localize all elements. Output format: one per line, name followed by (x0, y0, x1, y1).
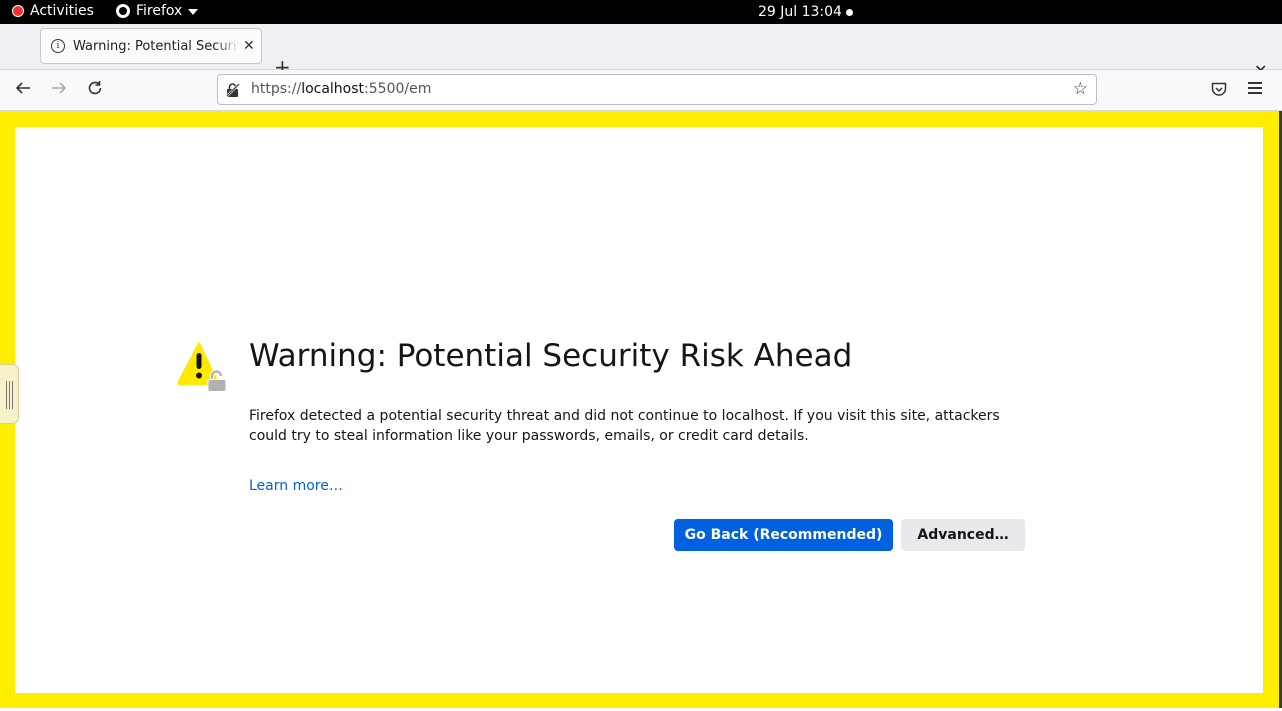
distro-logo-icon (12, 5, 24, 17)
page-frame: Warning: Potential Security Risk Ahead F… (0, 111, 1279, 708)
pocket-icon[interactable] (1211, 82, 1227, 97)
learn-more-link[interactable]: Learn more… (249, 478, 343, 494)
insecure-lock-icon[interactable] (226, 82, 240, 98)
reload-icon (88, 81, 102, 95)
reload-button[interactable] (84, 79, 106, 101)
error-description: Firefox detected a potential security th… (249, 408, 1000, 444)
system-top-bar: Activities Firefox 29 Jul 13:04 (0, 0, 1282, 24)
page-title: Warning: Potential Security Risk Ahead (249, 338, 853, 374)
error-page: Warning: Potential Security Risk Ahead F… (15, 127, 1263, 693)
clock-label: 29 Jul 13:04 (758, 4, 842, 20)
app-menu-label: Firefox (136, 3, 183, 19)
firefox-icon (116, 4, 130, 18)
arrow-right-icon (52, 82, 67, 94)
tab-close-icon[interactable]: ✕ (243, 38, 255, 54)
url-path: :5500/em (364, 81, 432, 97)
url-bar[interactable]: https://localhost:5500/em ☆ (217, 74, 1097, 105)
notification-dot-icon (845, 8, 853, 16)
sidebar-drag-handle[interactable] (0, 364, 19, 424)
url-text[interactable]: https://localhost:5500/em (251, 81, 431, 97)
warning-lock-icon (177, 342, 227, 392)
forward-button[interactable] (48, 79, 70, 101)
clock[interactable]: 29 Jul 13:04 (758, 4, 853, 20)
go-back-button[interactable]: Go Back (Recommended) (674, 519, 893, 551)
back-button[interactable] (12, 79, 34, 101)
navigation-bar: https://localhost:5500/em ☆ (0, 70, 1282, 111)
advanced-button[interactable]: Advanced… (901, 519, 1025, 551)
hamburger-menu-icon[interactable] (1248, 82, 1262, 97)
activities-label: Activities (30, 3, 94, 19)
app-menu[interactable]: Firefox (116, 3, 199, 19)
url-scheme: https:// (251, 81, 302, 97)
info-icon: i (51, 39, 65, 53)
tab-title: Warning: Potential Security Risk Ahead (73, 38, 239, 54)
activities-button[interactable]: Activities (12, 3, 94, 19)
tab-strip: i Warning: Potential Security Risk Ahead… (0, 24, 1282, 80)
caret-down-icon (188, 9, 199, 15)
tab-security-warning[interactable]: i Warning: Potential Security Risk Ahead… (40, 28, 262, 64)
bookmark-star-icon[interactable]: ☆ (1073, 79, 1088, 99)
url-host: localhost (301, 81, 365, 97)
arrow-left-icon (15, 82, 30, 94)
